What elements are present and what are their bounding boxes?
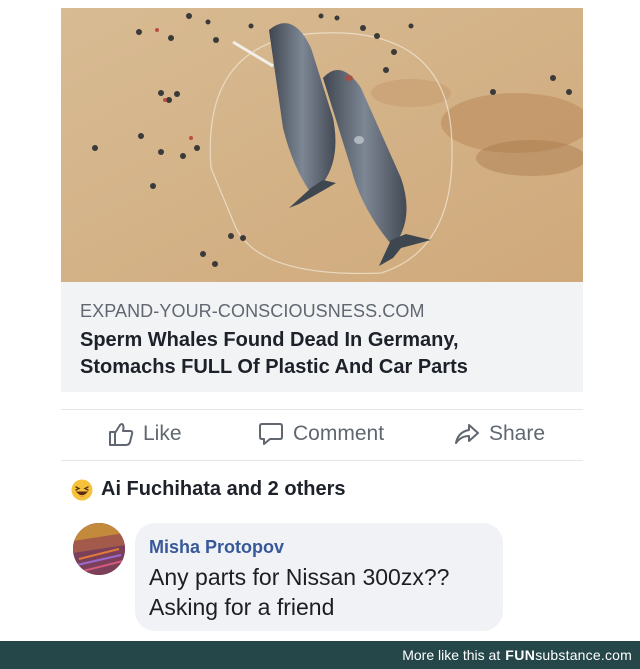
- comment-line-2: Asking for a friend: [149, 594, 335, 620]
- like-label: Like: [143, 422, 182, 445]
- share-button[interactable]: Share: [454, 422, 545, 446]
- post-action-bar: Like Comment Share: [61, 409, 583, 461]
- comment-bubble: Misha Protopov Any parts for Nissan 300z…: [135, 523, 503, 631]
- speech-bubble-icon: [259, 423, 283, 445]
- beach-whales-photo: [61, 8, 583, 282]
- comment-text: Any parts for Nissan 300zx?? Asking for …: [149, 562, 489, 622]
- thumbs-up-icon: [109, 423, 134, 446]
- footer-brand-bold: FUN: [505, 647, 536, 663]
- reactions-text: Ai Fuchihata and 2 others: [101, 478, 346, 500]
- avatar[interactable]: [73, 523, 125, 575]
- link-title-line-1: Sperm Whales Found Dead In Germany,: [80, 329, 459, 351]
- link-preview-card[interactable]: EXPAND-YOUR-CONSCIOUSNESS.COM Sperm Whal…: [61, 282, 583, 392]
- link-title[interactable]: Sperm Whales Found Dead In Germany, Stom…: [80, 327, 567, 381]
- laughing-emoji-icon: [71, 479, 93, 500]
- link-domain: EXPAND-YOUR-CONSCIOUSNESS.COM: [80, 301, 425, 321]
- footer-brand-rest: substance.com: [535, 647, 632, 663]
- footer-prefix: More like this at: [402, 647, 501, 663]
- like-button[interactable]: Like: [108, 422, 182, 446]
- comment-button[interactable]: Comment: [258, 422, 384, 446]
- share-arrow-icon: [455, 424, 479, 444]
- link-title-line-2: Stomachs FULL Of Plastic And Car Parts: [80, 356, 468, 378]
- avatar-image: [73, 523, 125, 575]
- comment-line-1: Any parts for Nissan 300zx??: [149, 564, 450, 590]
- reactions-summary[interactable]: Ai Fuchihata and 2 others: [71, 478, 345, 501]
- share-label: Share: [489, 422, 546, 445]
- watermark-footer: More like this at FUN substance.com: [0, 641, 640, 669]
- commenter-name[interactable]: Misha Protopov: [149, 536, 489, 558]
- comment-label: Comment: [293, 422, 385, 445]
- post-image[interactable]: [61, 8, 583, 282]
